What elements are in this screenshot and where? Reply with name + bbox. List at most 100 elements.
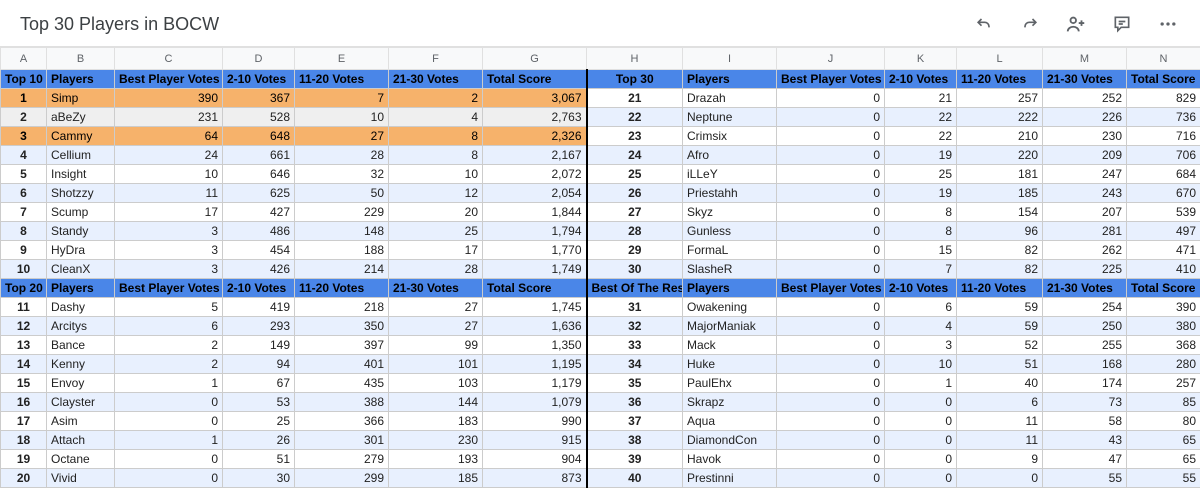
cell[interactable]: 390 xyxy=(1127,298,1200,317)
header-headersLeft2-0[interactable]: Top 20 xyxy=(1,279,47,298)
cell[interactable]: 82 xyxy=(957,260,1043,279)
header-headersRight1-1[interactable]: Players xyxy=(683,70,777,89)
cell[interactable]: 0 xyxy=(777,165,885,184)
cell[interactable]: 50 xyxy=(295,184,389,203)
cell[interactable]: 2,763 xyxy=(483,108,587,127)
cell[interactable]: 25 xyxy=(885,165,957,184)
cell[interactable]: 8 xyxy=(885,203,957,222)
cell[interactable]: 0 xyxy=(777,127,885,146)
cell[interactable]: 486 xyxy=(223,222,295,241)
cell[interactable]: 25 xyxy=(223,412,295,431)
cell[interactable]: 0 xyxy=(777,222,885,241)
cell[interactable]: 1,079 xyxy=(483,393,587,412)
cell[interactable]: 0 xyxy=(777,298,885,317)
cell[interactable]: 47 xyxy=(1043,450,1127,469)
cell[interactable]: 209 xyxy=(1043,146,1127,165)
cell[interactable]: 40 xyxy=(587,469,683,488)
cell[interactable]: HyDra xyxy=(47,241,115,260)
cell[interactable]: 661 xyxy=(223,146,295,165)
cell[interactable]: 829 xyxy=(1127,89,1200,108)
cell[interactable]: 10 xyxy=(885,355,957,374)
cell[interactable]: 181 xyxy=(957,165,1043,184)
cell[interactable]: 185 xyxy=(957,184,1043,203)
cell[interactable]: 299 xyxy=(295,469,389,488)
cell[interactable]: 24 xyxy=(115,146,223,165)
cell[interactable]: Huke xyxy=(683,355,777,374)
cell[interactable]: 13 xyxy=(1,336,47,355)
cell[interactable]: 279 xyxy=(295,450,389,469)
cell[interactable]: 0 xyxy=(777,450,885,469)
cell[interactable]: 380 xyxy=(1127,317,1200,336)
cell[interactable]: 12 xyxy=(389,184,483,203)
cell[interactable]: Afro xyxy=(683,146,777,165)
cell[interactable]: 19 xyxy=(885,146,957,165)
cell[interactable]: Arcitys xyxy=(47,317,115,336)
undo-icon[interactable] xyxy=(972,12,996,36)
cell[interactable]: 1,636 xyxy=(483,317,587,336)
cell[interactable]: Insight xyxy=(47,165,115,184)
cell[interactable]: FormaL xyxy=(683,241,777,260)
cell[interactable]: 873 xyxy=(483,469,587,488)
cell[interactable]: 30 xyxy=(587,260,683,279)
cell[interactable]: 1 xyxy=(885,374,957,393)
cell[interactable]: 6 xyxy=(115,317,223,336)
cell[interactable]: 716 xyxy=(1127,127,1200,146)
header-headersLeft2-1[interactable]: Players xyxy=(47,279,115,298)
cell[interactable]: 539 xyxy=(1127,203,1200,222)
cell[interactable]: 426 xyxy=(223,260,295,279)
cell[interactable]: Mack xyxy=(683,336,777,355)
cell[interactable]: 55 xyxy=(1043,469,1127,488)
cell[interactable]: 1,179 xyxy=(483,374,587,393)
cell[interactable]: 12 xyxy=(1,317,47,336)
cell[interactable]: 1,770 xyxy=(483,241,587,260)
cell[interactable]: Bance xyxy=(47,336,115,355)
cell[interactable]: 144 xyxy=(389,393,483,412)
cell[interactable]: 174 xyxy=(1043,374,1127,393)
header-headersRight2-3[interactable]: 2-10 Votes xyxy=(885,279,957,298)
cell[interactable]: 2 xyxy=(115,355,223,374)
cell[interactable]: 454 xyxy=(223,241,295,260)
cell[interactable]: Owakening xyxy=(683,298,777,317)
cell[interactable]: 8 xyxy=(885,222,957,241)
cell[interactable]: 243 xyxy=(1043,184,1127,203)
cell[interactable]: 497 xyxy=(1127,222,1200,241)
cell[interactable]: 1,749 xyxy=(483,260,587,279)
cell[interactable]: 11 xyxy=(957,431,1043,450)
cell[interactable]: Octane xyxy=(47,450,115,469)
cell[interactable]: 27 xyxy=(587,203,683,222)
cell[interactable]: 67 xyxy=(223,374,295,393)
cell[interactable]: 51 xyxy=(957,355,1043,374)
cell[interactable]: Asim xyxy=(47,412,115,431)
cell[interactable]: 247 xyxy=(1043,165,1127,184)
cell[interactable]: MajorManiak xyxy=(683,317,777,336)
cell[interactable]: Crimsix xyxy=(683,127,777,146)
header-headersLeft1-6[interactable]: Total Score xyxy=(483,70,587,89)
cell[interactable]: 26 xyxy=(587,184,683,203)
cell[interactable]: 231 xyxy=(115,108,223,127)
header-headersLeft1-2[interactable]: Best Player Votes xyxy=(115,70,223,89)
cell[interactable]: 6 xyxy=(1,184,47,203)
more-icon[interactable] xyxy=(1156,12,1180,36)
cell[interactable]: iLLeY xyxy=(683,165,777,184)
header-headersLeft2-6[interactable]: Total Score xyxy=(483,279,587,298)
cell[interactable]: Dashy xyxy=(47,298,115,317)
header-headersRight1-2[interactable]: Best Player Votes xyxy=(777,70,885,89)
cell[interactable]: Neptune xyxy=(683,108,777,127)
cell[interactable]: 149 xyxy=(223,336,295,355)
cell[interactable]: Cellium xyxy=(47,146,115,165)
cell[interactable]: 0 xyxy=(777,393,885,412)
cell[interactable]: 15 xyxy=(1,374,47,393)
cell[interactable]: 252 xyxy=(1043,89,1127,108)
cell[interactable]: 0 xyxy=(885,412,957,431)
cell[interactable]: 207 xyxy=(1043,203,1127,222)
cell[interactable]: 0 xyxy=(885,393,957,412)
cell[interactable]: 7 xyxy=(295,89,389,108)
header-headersRight1-3[interactable]: 2-10 Votes xyxy=(885,70,957,89)
cell[interactable]: 8 xyxy=(1,222,47,241)
col-header-A[interactable]: A xyxy=(1,48,47,70)
cell[interactable]: 230 xyxy=(389,431,483,450)
cell[interactable]: 43 xyxy=(1043,431,1127,450)
cell[interactable]: 53 xyxy=(223,393,295,412)
cell[interactable]: 17 xyxy=(389,241,483,260)
cell[interactable]: 257 xyxy=(1127,374,1200,393)
